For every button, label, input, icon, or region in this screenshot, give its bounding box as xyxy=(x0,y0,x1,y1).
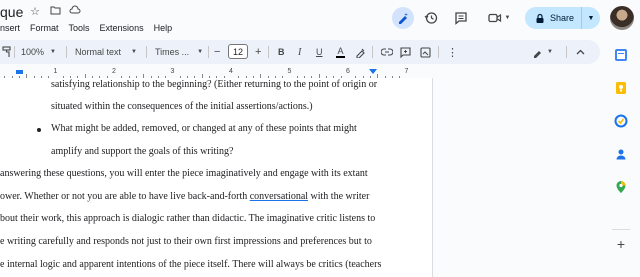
gemini-button[interactable] xyxy=(392,7,414,29)
horizontal-ruler[interactable]: 1 2 3 4 5 6 7 xyxy=(0,68,432,78)
text-line: answering these questions, you will ente… xyxy=(0,168,368,179)
lock-icon xyxy=(536,13,544,23)
menu-bar: nsert Format Tools Extensions Help xyxy=(0,23,172,33)
ruler-number: 1 xyxy=(53,68,58,75)
text-line: bout their work, this approach is dialog… xyxy=(0,213,376,224)
menu-format[interactable]: Format xyxy=(30,23,59,33)
document-page[interactable]: satisfying relationship to the beginning… xyxy=(0,78,433,277)
chevron-down-icon: ▼ xyxy=(504,15,511,21)
increase-font-size-button[interactable]: + xyxy=(255,40,261,64)
text-line: e internal logic and apparent intentions… xyxy=(0,259,382,270)
font-size-input[interactable]: 12 xyxy=(228,44,248,59)
bullet-point xyxy=(37,128,41,132)
title-icons: ☆ xyxy=(29,5,81,18)
more-options-icon[interactable]: ⋮ xyxy=(447,40,458,64)
avatar[interactable] xyxy=(610,6,634,30)
text-line: ower. Whether or not you are able to hav… xyxy=(0,191,369,202)
text-line: satisfying relationship to the beginning… xyxy=(51,79,378,90)
ruler-number: 4 xyxy=(229,68,233,75)
side-panel: + xyxy=(604,36,640,277)
share-dropdown-chevron-icon[interactable]: ▼ xyxy=(582,7,600,29)
text-line: amplify and support the goals of this wr… xyxy=(51,146,234,157)
bold-button[interactable]: B xyxy=(278,40,285,64)
left-indent-marker[interactable] xyxy=(16,70,23,74)
menu-tools[interactable]: Tools xyxy=(69,23,90,33)
text-span: with the writer xyxy=(308,191,370,202)
decrease-font-size-button[interactable]: − xyxy=(214,40,220,64)
text-line: situated within the consequences of the … xyxy=(51,101,313,112)
pen-spark-icon xyxy=(399,13,408,24)
insert-link-icon[interactable] xyxy=(381,40,393,64)
ruler-number: 3 xyxy=(170,68,175,75)
pencil-icon xyxy=(534,50,541,58)
chevron-down-icon: ▼ xyxy=(131,49,137,55)
text-color-bar xyxy=(336,55,345,58)
comment-icon xyxy=(455,12,467,25)
ruler-number: 5 xyxy=(287,68,292,75)
zoom-value: 100% xyxy=(21,47,45,57)
chevron-down-icon: ▼ xyxy=(547,49,553,55)
highlight-icon[interactable] xyxy=(355,40,366,64)
right-indent-marker[interactable] xyxy=(369,69,377,74)
maps-icon[interactable] xyxy=(612,178,630,196)
ruler-number: 2 xyxy=(112,68,116,75)
contacts-icon[interactable] xyxy=(612,145,630,163)
text-line: e writing carefully and responds not jus… xyxy=(0,236,372,247)
history-icon xyxy=(424,12,438,24)
font-select[interactable]: Times ... ▼ xyxy=(155,40,203,64)
chevron-down-icon: ▼ xyxy=(197,49,204,55)
paint-format-icon[interactable] xyxy=(2,40,11,64)
menu-help[interactable]: Help xyxy=(154,23,173,33)
style-value: Normal text xyxy=(75,47,122,57)
text-color-button[interactable]: A xyxy=(336,40,345,64)
star-icon[interactable]: ☆ xyxy=(29,5,41,18)
add-comment-icon[interactable] xyxy=(400,40,411,64)
underline-button[interactable]: U xyxy=(316,40,323,64)
collapse-menus-chevron-up-icon[interactable] xyxy=(576,40,585,64)
style-select[interactable]: Normal text ▼ xyxy=(75,40,137,64)
comments-button[interactable] xyxy=(450,7,472,29)
side-panel-divider xyxy=(612,211,630,230)
share-button[interactable]: Share ▼ xyxy=(525,7,600,29)
menu-insert[interactable]: nsert xyxy=(0,23,20,33)
ruler-number: 7 xyxy=(404,68,409,75)
spelling-suggestion[interactable]: conversational xyxy=(250,191,308,202)
share-label: Share xyxy=(550,13,575,23)
chevron-down-icon: ▼ xyxy=(50,49,56,55)
formatting-toolbar: 100% ▼ Normal text ▼ Times ... ▼ − 12 + … xyxy=(0,40,600,64)
document-title[interactable]: que xyxy=(0,4,23,20)
ruler-number: 6 xyxy=(346,68,350,75)
video-camera-icon xyxy=(487,13,501,23)
menu-extensions[interactable]: Extensions xyxy=(100,23,144,33)
editing-mode-button[interactable]: ▼ xyxy=(532,40,553,64)
font-value: Times ... xyxy=(155,47,190,57)
insert-image-icon[interactable] xyxy=(420,40,431,64)
add-addon-plus-icon[interactable]: + xyxy=(612,235,630,253)
history-button[interactable] xyxy=(420,7,442,29)
cloud-status-icon[interactable] xyxy=(69,5,81,18)
tasks-icon[interactable] xyxy=(612,112,630,130)
keep-icon[interactable] xyxy=(612,79,630,97)
text-span: ower. Whether or not you are able to hav… xyxy=(0,191,250,202)
calendar-icon[interactable] xyxy=(612,46,630,64)
text-color-letter: A xyxy=(337,45,344,56)
italic-button[interactable]: I xyxy=(298,40,301,64)
share-main[interactable]: Share xyxy=(525,7,582,29)
meet-button[interactable]: ▼ xyxy=(484,7,514,29)
zoom-select[interactable]: 100% ▼ xyxy=(21,40,56,64)
text-line: What might be added, removed, or changed… xyxy=(51,123,357,134)
move-folder-icon[interactable] xyxy=(49,5,61,18)
